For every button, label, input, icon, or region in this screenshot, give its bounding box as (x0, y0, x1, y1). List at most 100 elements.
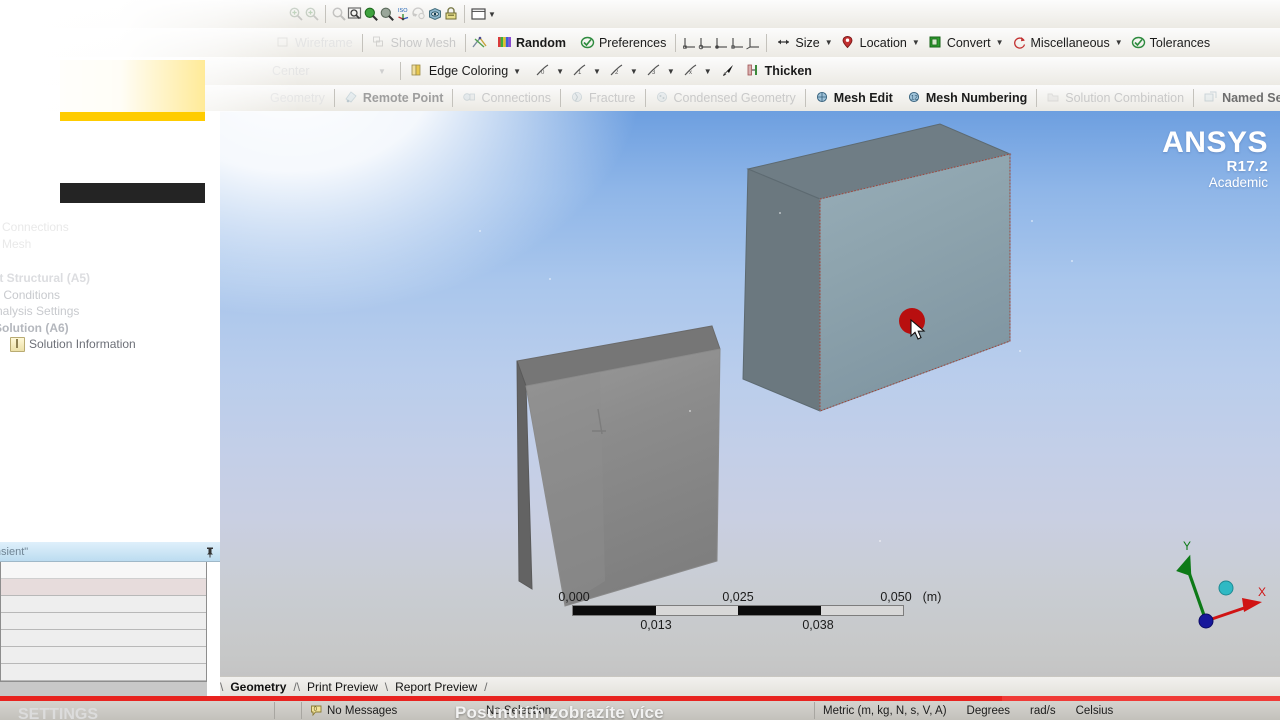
edge-type-n-caret-icon[interactable]: ▼ (704, 67, 712, 76)
thicken-icon (746, 63, 762, 79)
location-button[interactable]: Location ▼ (837, 34, 924, 52)
upper-plate-body[interactable] (742, 123, 1012, 412)
convert-button[interactable]: Convert ▼ (924, 34, 1008, 52)
tree-label: Transient Structural (A5) (0, 271, 91, 286)
viewport-layout-caret-icon[interactable]: ▼ (488, 10, 496, 19)
connections-button[interactable]: Connections (458, 89, 555, 107)
view-tab-bar: \ Geometry /\ Print Preview \ Report Pre… (220, 676, 1280, 697)
status-messages[interactable]: 0 No Messages (301, 702, 478, 719)
coord-sys-1-icon[interactable] (681, 35, 697, 51)
mesh-numbering-button[interactable]: 12 Mesh Numbering (903, 89, 1031, 107)
view-toolbar: ISO ▼ (0, 0, 1280, 28)
edge-type-2-caret-icon[interactable]: ▼ (630, 67, 638, 76)
wireframe-label: Wireframe (295, 35, 353, 50)
tab-print-preview[interactable]: Print Preview (300, 678, 385, 696)
svg-text:ISO: ISO (398, 8, 408, 14)
edge-type-2-button[interactable]: 2 ▼ (605, 62, 642, 80)
tree-item-analysis-settings[interactable]: Analysis Settings (0, 303, 220, 320)
property-row[interactable] (1, 596, 206, 613)
edge-type-0-button[interactable]: 0 ▼ (531, 62, 568, 80)
convert-caret-icon[interactable]: ▼ (996, 38, 1004, 47)
property-row[interactable] (1, 664, 206, 681)
edge-type-n-button[interactable]: x ▼ (679, 62, 716, 80)
tab-geometry[interactable]: Geometry (223, 678, 293, 696)
zoom-out-icon[interactable] (379, 6, 395, 22)
remote-point-label: Remote Point (362, 91, 444, 105)
show-mesh-button[interactable]: Show Mesh (368, 34, 460, 52)
viewport-layout-icon[interactable] (470, 6, 486, 22)
rotate-view-icon[interactable] (411, 6, 427, 22)
center-caret-icon[interactable]: ▼ (378, 67, 386, 76)
look-at-face-icon[interactable] (427, 6, 443, 22)
edge-type-3-button[interactable]: 3 ▼ (642, 62, 679, 80)
random-button[interactable]: Random (493, 34, 570, 52)
location-caret-icon[interactable]: ▼ (912, 38, 920, 47)
svg-text:x: x (689, 70, 692, 76)
tree-item-solution[interactable]: Solution (A6) (0, 320, 220, 337)
coord-sys-4-icon[interactable] (729, 35, 745, 51)
iso-view-icon[interactable]: ISO (395, 6, 411, 22)
edge-type-1-button[interactable]: 1 ▼ (568, 62, 605, 80)
axis-triad[interactable]: Y X (1158, 536, 1268, 641)
preferences-button[interactable]: Preferences (576, 34, 670, 52)
edge-type-3-caret-icon[interactable]: ▼ (667, 67, 675, 76)
lower-plate-body[interactable] (516, 325, 721, 607)
tree-item-connections[interactable]: Connections (0, 219, 220, 236)
center-dropdown[interactable]: Center (268, 63, 376, 79)
property-row[interactable] (1, 579, 206, 596)
tree-item-initial-conditions[interactable]: Initial Conditions (0, 287, 220, 304)
tree-item-solution-information[interactable]: Solution Information (8, 336, 220, 353)
svg-text:12: 12 (911, 96, 918, 102)
pin-icon[interactable] (204, 546, 216, 558)
miscellaneous-caret-icon[interactable]: ▼ (1115, 38, 1123, 47)
edge-coloring-caret-icon[interactable]: ▼ (513, 67, 521, 76)
miscellaneous-button[interactable]: Miscellaneous ▼ (1008, 34, 1127, 52)
solution-combination-button[interactable]: Solution Combination (1042, 89, 1188, 107)
edge-curve-1-icon: 1 (572, 63, 588, 79)
size-label: Size (795, 35, 820, 50)
magnifier-icon[interactable] (331, 6, 347, 22)
remote-point-button[interactable]: Remote Point (340, 89, 448, 107)
coord-sys-2-icon[interactable] (697, 35, 713, 51)
tab-report-preview[interactable]: Report Preview (388, 678, 484, 696)
edge-coloring-button[interactable]: Edge Coloring ▼ (406, 62, 525, 80)
box-zoom-icon[interactable] (347, 6, 363, 22)
coord-sys-5-icon[interactable] (745, 35, 761, 51)
details-property-grid (0, 562, 207, 682)
edge-direction-arrow-icon[interactable] (720, 63, 736, 79)
svg-text:3: 3 (652, 70, 656, 76)
property-row[interactable] (1, 630, 206, 647)
mesh-edit-button[interactable]: Mesh Edit (811, 89, 897, 107)
lock-view-icon[interactable] (443, 6, 459, 22)
property-row[interactable] (1, 613, 206, 630)
tree-label: Initial Conditions (0, 287, 61, 302)
coord-sys-3-icon[interactable] (713, 35, 729, 51)
fracture-button[interactable]: Fracture (566, 89, 640, 107)
ansys-mechanical-window: ISO ▼ Wireframe Show Mesh Random Prefere… (0, 0, 1280, 720)
graphics-viewport[interactable]: ANSYS R17.2 Academic 0,000 0,025 0,050 (… (220, 111, 1280, 676)
edge-curve-2-icon: 2 (609, 63, 625, 79)
zoom-to-fit-icon[interactable] (288, 6, 304, 22)
status-rotation-label: rad/s (1030, 704, 1056, 717)
property-row[interactable] (1, 647, 206, 664)
geometry-button[interactable]: Geometry (266, 90, 329, 106)
details-panel: Details of "Transient" (0, 542, 220, 720)
tree-item-mesh[interactable]: Mesh (0, 236, 220, 253)
thicken-button[interactable]: Thicken (742, 62, 816, 80)
size-caret-icon[interactable]: ▼ (825, 38, 833, 47)
size-button[interactable]: Size ▼ (772, 34, 836, 52)
condensed-geometry-label: Condensed Geometry (673, 91, 796, 105)
named-selection-button[interactable]: Named Selec (1199, 89, 1280, 107)
tree-item-transient-structural[interactable]: Transient Structural (A5) (0, 270, 220, 287)
wireframe-button[interactable]: Wireframe (272, 34, 357, 52)
edge-type-0-caret-icon[interactable]: ▼ (556, 67, 564, 76)
condensed-geometry-button[interactable]: Condensed Geometry (651, 89, 800, 107)
named-selection-label: Named Selec (1222, 91, 1280, 105)
tolerances-button[interactable]: Tolerances (1127, 34, 1214, 52)
zoom-in-icon[interactable] (363, 6, 379, 22)
zoom-in-box-icon[interactable] (304, 6, 320, 22)
edge-type-1-caret-icon[interactable]: ▼ (593, 67, 601, 76)
solution-combination-icon (1046, 90, 1062, 106)
mesh-quality-icon[interactable] (471, 35, 487, 51)
property-row[interactable] (1, 562, 206, 579)
